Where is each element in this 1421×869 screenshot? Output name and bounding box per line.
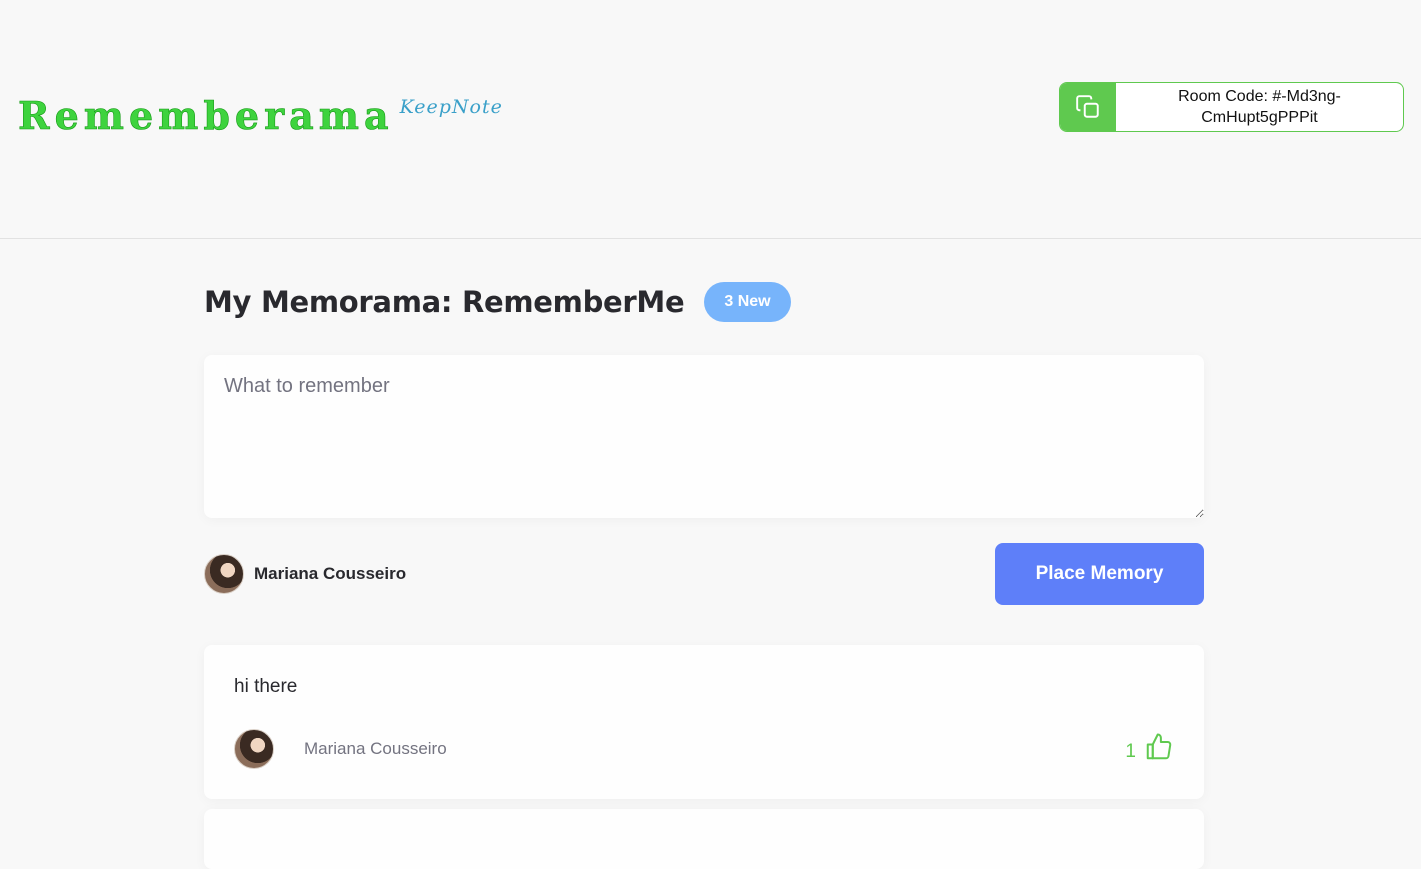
logo[interactable]: Rememberama KeepNote — [18, 90, 503, 142]
like-count: 1 — [1125, 741, 1136, 762]
header: Rememberama KeepNote Room Code: #-Md3ng-… — [0, 0, 1421, 239]
form-footer: Mariana Cousseiro Place Memory — [204, 543, 1204, 605]
memory-card: hi there Mariana Cousseiro 1 — [204, 645, 1204, 799]
memory-text: hi there — [234, 676, 298, 697]
page-title: My Memorama: RememberMe — [204, 285, 685, 319]
room-code-label: Room Code: #-Md3ng-CmHupt5gPPPit — [1178, 88, 1341, 126]
place-memory-button[interactable]: Place Memory — [995, 543, 1204, 605]
logo-text: Rememberama — [18, 93, 394, 139]
avatar — [234, 729, 274, 769]
title-row: My Memorama: RememberMe 3 New — [204, 282, 791, 322]
user-name: Mariana Cousseiro — [254, 564, 407, 583]
thumbs-up-icon — [1144, 732, 1174, 767]
memory-card — [204, 809, 1204, 869]
logo-subtitle: KeepNote — [399, 96, 503, 118]
copy-icon — [1060, 83, 1116, 131]
new-count-badge: 3 New — [704, 282, 791, 322]
current-user: Mariana Cousseiro — [204, 554, 406, 594]
memory-card-footer: Mariana Cousseiro 1 — [234, 729, 1174, 769]
memory-author-name: Mariana Cousseiro — [304, 739, 447, 758]
room-code-button[interactable]: Room Code: #-Md3ng-CmHupt5gPPPit — [1059, 82, 1404, 132]
like-button[interactable]: 1 — [1125, 732, 1174, 767]
memory-input[interactable] — [204, 355, 1204, 518]
avatar — [204, 554, 244, 594]
memory-author: Mariana Cousseiro — [234, 729, 447, 769]
